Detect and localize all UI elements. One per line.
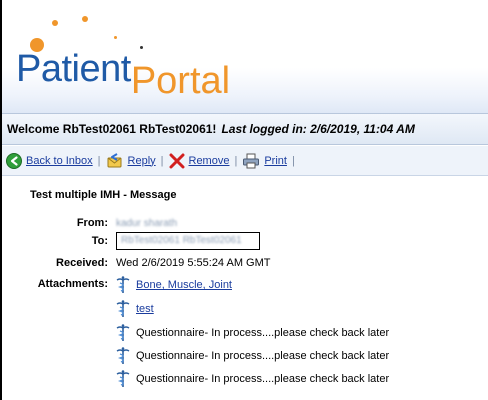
from-label: From:	[76, 217, 108, 229]
toolbar-separator: |	[291, 154, 295, 167]
attachment-item: Questionnaire- In process....please chec…	[116, 347, 389, 365]
toolbar-separator: |	[97, 154, 101, 167]
message-toolbar: Back to Inbox | Reply | Remove | Print |	[2, 146, 488, 176]
print-link[interactable]: Print	[264, 155, 287, 167]
reply-icon	[107, 152, 122, 167]
to-label: To:	[91, 235, 108, 247]
attachment-status-text: Questionnaire- In process....please chec…	[136, 373, 390, 385]
remove-x-icon	[169, 153, 184, 168]
attachment-item[interactable]: Bone, Muscle, Joint	[116, 276, 232, 294]
back-arrow-icon	[6, 152, 22, 169]
received-value: Wed 2/6/2019 5:55:24 AM GMT	[116, 257, 271, 269]
attachment-item: Questionnaire- In process....please chec…	[116, 370, 389, 388]
attachment-link[interactable]: test	[136, 303, 154, 315]
received-label: Received:	[56, 257, 108, 269]
portal-header: PatientPortal	[2, 0, 488, 113]
print-button[interactable]: Print	[242, 153, 287, 169]
attachment-item: Questionnaire- In process....please chec…	[116, 324, 389, 342]
welcome-text: Welcome RbTest02061 RbTest02061!	[7, 122, 217, 136]
attachments-label: Attachments:	[37, 278, 108, 290]
attachment-status-text: Questionnaire- In process....please chec…	[136, 327, 390, 339]
reply-link[interactable]: Reply	[128, 155, 156, 167]
patient-portal-logo: PatientPortal	[16, 48, 230, 102]
remove-button[interactable]: Remove	[169, 153, 230, 169]
logo-dot	[114, 36, 117, 39]
attachment-link[interactable]: Bone, Muscle, Joint	[136, 279, 232, 291]
back-to-inbox-button[interactable]: Back to Inbox	[6, 152, 93, 169]
remove-link[interactable]: Remove	[189, 155, 230, 167]
to-value-box: RbTest02061 RbTest02061	[116, 232, 260, 250]
welcome-bar: Welcome RbTest02061 RbTest02061! Last lo…	[2, 113, 488, 145]
toolbar-separator: |	[234, 154, 238, 167]
logo-dot	[52, 20, 58, 26]
reply-button[interactable]: Reply	[106, 152, 156, 169]
caduceus-icon	[116, 276, 130, 293]
caduceus-icon	[116, 370, 130, 387]
printer-icon	[243, 153, 260, 168]
last-logged-text: Last logged in: 2/6/2019, 11:04 AM	[221, 122, 415, 136]
logo-dot	[82, 16, 88, 22]
caduceus-icon	[116, 347, 130, 364]
logo-text-patient: Patient	[16, 48, 131, 90]
caduceus-icon	[116, 300, 130, 317]
attachment-item[interactable]: test	[116, 300, 154, 318]
attachment-status-text: Questionnaire- In process....please chec…	[136, 350, 390, 362]
to-value: RbTest02061 RbTest02061	[121, 235, 242, 246]
toolbar-separator: |	[160, 154, 164, 167]
back-to-inbox-link[interactable]: Back to Inbox	[26, 155, 93, 167]
logo-text-portal: Portal	[130, 60, 231, 102]
caduceus-icon	[116, 324, 130, 341]
from-value: kadur sharath	[116, 218, 178, 229]
message-subject: Test multiple IMH - Message	[30, 189, 177, 201]
